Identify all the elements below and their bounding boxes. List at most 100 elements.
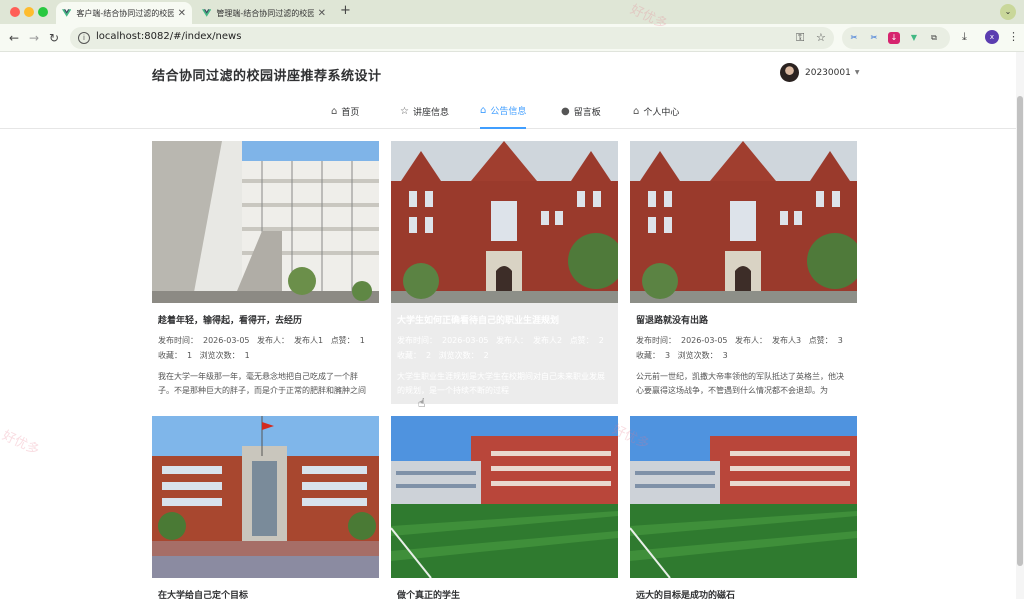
url-text[interactable]: localhost:8082/#/index/news	[96, 31, 241, 42]
nav-item-label: 留言板	[573, 108, 601, 118]
news-card-image[interactable]	[391, 141, 618, 303]
main-nav: ⌂ 首页 ☆ 讲座信息 ⌂ 公告信息 ● 留言板 ⌂ 个人中心	[0, 94, 1016, 129]
news-card[interactable]: 留退路就没有出路 发布时间： 2026-03-05 发布人： 发布人3 点赞： 3 收…	[630, 141, 857, 404]
avatar[interactable]	[780, 63, 799, 82]
address-bar[interactable]: i localhost:8082/#/index/news ⚿ ☆	[70, 27, 834, 49]
nav-item-label: 公告信息	[490, 107, 527, 117]
extension-vue-icon[interactable]: ▼	[908, 32, 920, 44]
news-card-summary: 大学生职业生涯规划是大学生在校期间对自己未来职业发展的规划，是一个持续不断的过程	[397, 372, 605, 395]
news-card[interactable]: 远大的目标是成功的磁石	[630, 416, 857, 599]
news-card-image[interactable]	[630, 141, 857, 303]
favorites-label: 收藏：	[158, 351, 182, 360]
publish-time-label: 发布时间：	[397, 336, 437, 345]
nav-item-messages[interactable]: ● 留言板	[561, 94, 601, 129]
browser-toolbar: ← → ↻ i localhost:8082/#/index/news ⚿ ☆ …	[0, 24, 1024, 52]
tab-title: 客户端-结合协同过滤的校园讲座推荐系统设计	[76, 8, 174, 18]
new-tab-icon[interactable]: +	[340, 3, 351, 18]
browser-tab-client[interactable]: 客户端-结合协同过滤的校园讲座推荐系统设计 ✕	[56, 2, 192, 24]
nav-item-lectures[interactable]: ☆ 讲座信息	[400, 94, 449, 129]
page-title: 结合协同过滤的校园讲座推荐系统设计	[152, 69, 382, 84]
favorites-count: 1	[187, 351, 193, 360]
site-info-icon[interactable]: i	[78, 32, 90, 44]
back-icon[interactable]: ←	[6, 30, 22, 46]
extension-download-icon[interactable]: ↓	[888, 32, 900, 44]
username[interactable]: 20230001	[805, 68, 851, 78]
likes-label: 点赞：	[808, 336, 833, 345]
publisher: 发布人1	[294, 336, 324, 345]
close-tab-icon[interactable]: ✕	[178, 8, 186, 19]
views-count: 3	[722, 351, 728, 360]
views-label: 浏览次数：	[677, 351, 718, 360]
key-icon[interactable]: ⚿	[796, 31, 804, 45]
home-icon: ⌂	[331, 106, 338, 117]
bag-icon: ⌂	[480, 105, 487, 116]
views-count: 1	[244, 351, 250, 360]
mouse-cursor-icon: ☝	[418, 396, 426, 410]
close-window-button[interactable]	[10, 7, 20, 17]
publish-time: 2026-03-05	[442, 336, 489, 345]
news-card[interactable]: 做个真正的学生	[391, 416, 618, 599]
info-icon: ●	[561, 106, 570, 117]
views-label: 浏览次数：	[199, 351, 240, 360]
news-card-meta: 发布时间： 2026-03-05 发布人： 发布人1 点赞： 1 收藏： 1 浏览次数：…	[158, 333, 373, 363]
favorites-count: 2	[426, 351, 432, 360]
extension-cut-icon[interactable]: ✂	[868, 32, 880, 44]
news-card-summary: 我在大学一年级那一年，毫无悬念地把自己吃成了一个胖子。不是那种巨大的胖子，而是介…	[158, 372, 366, 395]
vue-logo-icon	[202, 9, 212, 17]
browser-menu-icon[interactable]: ⋮	[1008, 30, 1019, 43]
tab-search-icon[interactable]: ⌄	[1000, 4, 1016, 20]
downloads-icon[interactable]: ⤓	[962, 30, 967, 44]
page-scrollbar[interactable]	[1016, 52, 1024, 599]
news-card-title[interactable]: 大学生如何正确看待自己的职业生涯规划	[397, 313, 612, 326]
extension-scissors-icon[interactable]: ✂	[848, 32, 860, 44]
tab-title: 管理端-结合协同过滤的校园讲座推荐系统设计	[216, 8, 314, 18]
nav-item-profile[interactable]: ⌂ 个人中心	[633, 94, 679, 129]
likes-label: 点赞：	[330, 336, 355, 345]
zoom-window-button[interactable]	[38, 7, 48, 17]
bookmark-star-icon[interactable]: ☆	[816, 31, 826, 44]
site-header: 结合协同过滤的校园讲座推荐系统设计 20230001 ▼	[0, 52, 1016, 94]
news-card-image[interactable]	[630, 416, 857, 578]
vue-logo-icon	[62, 9, 72, 17]
news-card-title[interactable]: 做个真正的学生	[397, 588, 612, 599]
browser-tab-admin[interactable]: 管理端-结合协同过滤的校园讲座推荐系统设计 ✕	[196, 2, 332, 24]
publisher-label: 发布人：	[257, 336, 290, 345]
news-card-title[interactable]: 趁着年轻，输得起，看得开，去经历	[158, 313, 373, 326]
scrollbar-thumb[interactable]	[1017, 96, 1023, 566]
profile-avatar[interactable]: x	[985, 30, 999, 44]
news-card-image[interactable]	[152, 141, 379, 303]
chevron-down-icon[interactable]: ▼	[855, 69, 860, 76]
close-tab-icon[interactable]: ✕	[318, 8, 326, 19]
news-card[interactable]: 大学生如何正确看待自己的职业生涯规划 发布时间： 2026-03-05 发布人： 发…	[391, 141, 618, 404]
likes-count: 1	[359, 336, 365, 345]
views-count: 2	[483, 351, 489, 360]
extensions-puzzle-icon[interactable]: ⧉	[928, 32, 940, 44]
news-card-image[interactable]	[391, 416, 618, 578]
news-card[interactable]: 在大学给自己定个目标	[152, 416, 379, 599]
likes-count: 2	[598, 336, 604, 345]
nav-item-home[interactable]: ⌂ 首页	[331, 94, 359, 129]
news-card-title[interactable]: 在大学给自己定个目标	[158, 588, 373, 599]
publisher: 发布人3	[772, 336, 802, 345]
nav-item-label: 首页	[341, 108, 360, 118]
nav-item-label: 个人中心	[643, 108, 680, 118]
news-card-image[interactable]	[152, 416, 379, 578]
views-label: 浏览次数：	[438, 351, 479, 360]
minimize-window-button[interactable]	[24, 7, 34, 17]
news-card-meta: 发布时间： 2026-03-05 发布人： 发布人3 点赞： 3 收藏： 3 浏览次数：…	[636, 333, 851, 363]
user-menu[interactable]: 20230001 ▼	[780, 63, 859, 82]
favorites-count: 3	[665, 351, 671, 360]
forward-icon[interactable]: →	[26, 30, 42, 46]
news-card-title[interactable]: 留退路就没有出路	[636, 313, 851, 326]
house-icon: ⌂	[633, 106, 640, 117]
favorites-label: 收藏：	[636, 351, 660, 360]
nav-item-label: 讲座信息	[412, 108, 449, 118]
publisher: 发布人2	[533, 336, 563, 345]
news-card[interactable]: 趁着年轻，输得起，看得开，去经历 发布时间： 2026-03-05 发布人： 发布人…	[152, 141, 379, 404]
news-card-title[interactable]: 远大的目标是成功的磁石	[636, 588, 851, 599]
reload-icon[interactable]: ↻	[46, 30, 62, 46]
news-list: 趁着年轻，输得起，看得开，去经历 发布时间： 2026-03-05 发布人： 发布人…	[0, 129, 1016, 599]
nav-item-notices[interactable]: ⌂ 公告信息	[480, 94, 527, 129]
publisher-label: 发布人：	[735, 336, 768, 345]
publisher-label: 发布人：	[496, 336, 529, 345]
